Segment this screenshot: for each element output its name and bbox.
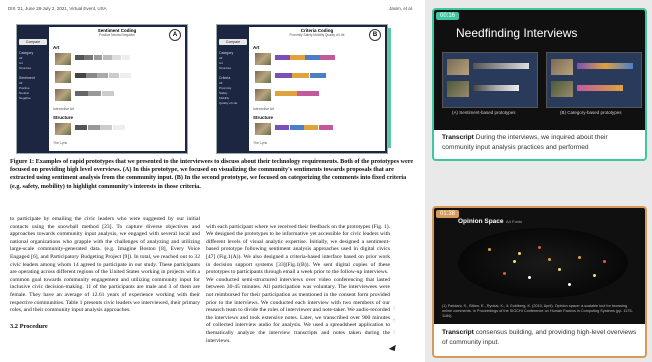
- compare-button-b: Compare: [219, 39, 247, 45]
- criteria-bar-2: [275, 73, 327, 78]
- figure-b-sidebar: Compare Category All Art Structure Crite…: [219, 39, 247, 151]
- art-thumbnail-b2: [255, 71, 271, 83]
- column-left-text: to participate by emailing the civic lea…: [10, 216, 200, 314]
- criteria-label-b: Criteria: [219, 76, 231, 80]
- art-thumbnail-b3: [255, 89, 271, 101]
- criteria-bar-4: [275, 125, 333, 130]
- art-thumbnail-3: [55, 89, 71, 101]
- transcript-label-2: Transcript: [442, 329, 474, 336]
- sentiment-bar-2: [75, 73, 131, 78]
- sent-item-a-0: All: [19, 81, 23, 85]
- crit-item-b-3: Mobility: [219, 96, 230, 100]
- figure-a-main: Sentiment Coding Positive Neutral Negati…: [49, 27, 185, 151]
- paper-page: DIS '21, June 28-July 2, 2021, Virtual E…: [0, 0, 425, 362]
- video-frame-2[interactable]: 01:38 Opinion Space A4 Fonts (1) Faridan…: [434, 208, 645, 324]
- figure-b-legend: Proximity Safety Mobility Quality of Lif…: [289, 33, 345, 37]
- transcript-2: Transcript consensus building, and provi…: [442, 328, 639, 348]
- timestamp-badge-2: 01:38: [436, 210, 460, 218]
- cat-item-a-1: Art: [19, 61, 23, 65]
- video-card-needfinding[interactable]: 00:16 Needfinding Interviews (A) Sentime…: [432, 8, 647, 161]
- criteria-bar-3: [275, 91, 319, 96]
- figure-b-section-structure: Structure: [253, 115, 274, 120]
- compare-button-a: Compare: [19, 39, 47, 45]
- column-left: to participate by emailing the civic lea…: [10, 216, 200, 330]
- highlight-bar[interactable]: [388, 28, 391, 148]
- mouse-cursor-icon: [388, 344, 399, 354]
- crit-item-b-0: All: [219, 81, 223, 85]
- slide-image-b: [546, 52, 642, 108]
- figure-b-footer-1: Interactive Art: [253, 107, 275, 111]
- sentiment-bar-4: [75, 125, 125, 130]
- slide-title-1: Needfinding Interviews: [456, 26, 578, 40]
- slide-reference-2: (1) Faridani, S., Bitton, E., Ryokai, K.…: [442, 304, 633, 318]
- figure-caption: Figure 1: Examples of rapid prototypes t…: [10, 158, 414, 190]
- video-card-opinion-space[interactable]: 01:38 Opinion Space A4 Fonts (1) Faridan…: [432, 206, 647, 358]
- hand-icon: ☝: [392, 305, 396, 312]
- section-heading: 3.2 Procedure: [10, 322, 48, 330]
- figure-a-legend: Positive Neutral Negative: [99, 33, 135, 37]
- art-thumbnail-1: [55, 53, 71, 65]
- cat-item-a-0: All: [19, 56, 23, 60]
- figure-b-section-art: Art: [253, 45, 260, 50]
- art-thumbnail-b1: [255, 53, 271, 65]
- slide-image-a: [442, 52, 538, 108]
- figure-b-footer-2: The Lyric: [253, 141, 268, 145]
- cat-item-b-1: Art: [219, 61, 223, 65]
- figure-b-main: Criteria Coding Proximity Safety Mobilit…: [249, 27, 385, 151]
- figure-a-label: A: [169, 29, 181, 41]
- sent-item-a-2: Neutral: [19, 91, 29, 95]
- paper-header: DIS '21, June 28-July 2, 2021, Virtual E…: [8, 6, 413, 11]
- category-label-a: Category: [19, 51, 34, 55]
- opinion-space-visualization: [458, 228, 628, 298]
- crit-item-b-4: Quality of Life: [219, 101, 238, 105]
- figure-a-footer-1: Interactive Art: [53, 107, 75, 111]
- structure-thumbnail-1: [55, 123, 71, 135]
- slide-caption-b: (B) Category-based prototypes: [560, 110, 622, 115]
- figure-a: Compare Category All Art Structure Senti…: [16, 24, 188, 154]
- timestamp-badge-1: 00:16: [436, 12, 460, 20]
- crit-item-b-1: Proximity: [219, 86, 232, 90]
- slide-subtitle-2: A4 Fonts: [506, 219, 523, 224]
- column-right: with each participant where we received …: [206, 216, 390, 353]
- sent-item-a-1: Positive: [19, 86, 30, 90]
- sentiment-bar-1: [75, 55, 131, 60]
- slide-title-2: Opinion Space: [458, 218, 504, 225]
- figure-a-footer-2: The Lyric: [53, 141, 68, 145]
- slide-caption-a: (A) Sentiment-based prototypes: [452, 110, 516, 115]
- sentiment-label-a: Sentiment: [19, 76, 35, 80]
- category-label-b: Category: [219, 51, 234, 55]
- cat-item-a-2: Structure: [19, 66, 32, 70]
- transcript-1: Transcript During the interviews, we inq…: [442, 133, 639, 153]
- criteria-bar-1: [275, 55, 335, 60]
- hand-icon: ☝: [392, 317, 396, 324]
- cat-item-b-2: Structure: [219, 66, 232, 70]
- hand-icon: ☝: [392, 329, 396, 336]
- figure-a-sidebar: Compare Category All Art Structure Senti…: [19, 39, 47, 151]
- figure-b-label: B: [369, 29, 381, 41]
- header-left: DIS '21, June 28-July 2, 2021, Virtual E…: [8, 6, 107, 11]
- sent-item-a-3: Negative: [19, 96, 31, 100]
- cat-item-b-0: All: [219, 56, 223, 60]
- figure-b: Compare Category All Art Structure Crite…: [216, 24, 388, 154]
- crit-item-b-2: Safety: [219, 91, 228, 95]
- figure-a-section-art: Art: [53, 45, 60, 50]
- sentiment-bar-3: [75, 91, 115, 96]
- header-right: Jasim, et al.: [388, 6, 413, 11]
- video-frame-1[interactable]: 00:16 Needfinding Interviews (A) Sentime…: [434, 10, 645, 130]
- figure-a-section-structure: Structure: [53, 115, 74, 120]
- structure-thumbnail-b1: [255, 123, 271, 135]
- art-thumbnail-2: [55, 71, 71, 83]
- transcript-label-1: Transcript: [442, 134, 474, 141]
- column-right-text: with each participant where we received …: [206, 223, 390, 344]
